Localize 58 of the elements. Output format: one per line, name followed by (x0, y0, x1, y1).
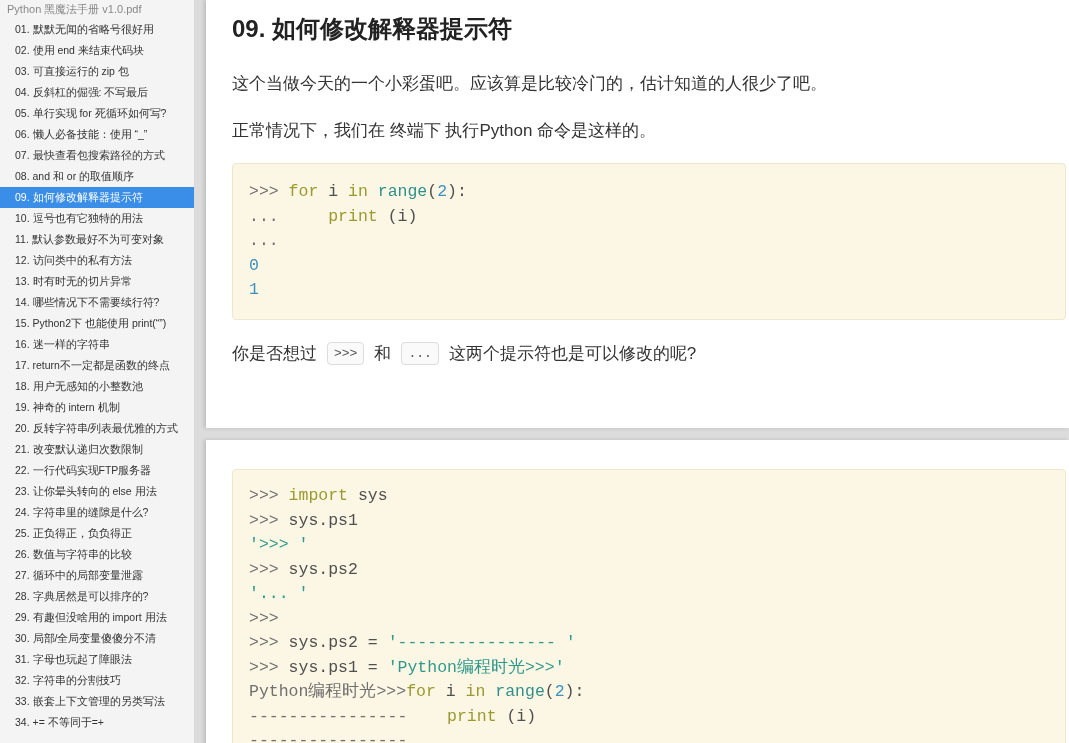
outline-item[interactable]: 28. 字典居然是可以排序的? (0, 586, 194, 607)
outline-item[interactable]: 08. and 和 or 的取值顺序 (0, 166, 194, 187)
document-title: Python 黑魔法手册 v1.0.pdf (6, 2, 143, 17)
outline-item[interactable]: 07. 最快查看包搜索路径的方式 (0, 145, 194, 166)
outline-item[interactable]: 22. 一行代码实现FTP服务器 (0, 460, 194, 481)
code-line: >>> import sys (249, 485, 389, 507)
outline-item[interactable]: 04. 反斜杠的倔强: 不写最后 (0, 82, 194, 103)
outline-item[interactable]: 03. 可直接运行的 zip 包 (0, 61, 194, 82)
paragraph: 这个当做今天的一个小彩蛋吧。应该算是比较冷门的，估计知道的人很少了吧。 (232, 73, 828, 95)
code-line: '>>> ' (249, 534, 310, 556)
outline-item[interactable]: 33. 嵌套上下文管理的另类写法 (0, 691, 194, 712)
inline-code: ... (401, 342, 439, 365)
outline-item[interactable]: 16. 迷一样的字符串 (0, 334, 194, 355)
code-line: ---------------- (249, 730, 409, 743)
code-line: ---------------- print (i) (249, 705, 538, 728)
code-line: >>> sys.ps2 = '---------------- ' (249, 632, 577, 654)
code-line: >>> sys.ps2 (249, 558, 359, 581)
outline-item[interactable]: 27. 循环中的局部变量泄露 (0, 565, 194, 586)
outline-item[interactable]: 21. 改变默认递归次数限制 (0, 439, 194, 460)
outline-item[interactable]: 20. 反转字符串/列表最优雅的方式 (0, 418, 194, 439)
code-line: >>> (249, 607, 280, 630)
code-line: ... print (i) (249, 205, 419, 228)
outline-item[interactable]: 14. 哪些情况下不需要续行符? (0, 292, 194, 313)
outline-item[interactable]: 17. return不一定都是函数的终点 (0, 355, 194, 376)
outline-item[interactable]: 30. 局部/全局变量傻傻分不清 (0, 628, 194, 649)
outline-item[interactable]: 31. 字母也玩起了障眼法 (0, 649, 194, 670)
outline-item[interactable]: 15. Python2下 也能使用 print(“”) (0, 313, 194, 334)
code-line: >>> sys.ps1 (249, 509, 359, 532)
outline-item[interactable]: 10. 逗号也有它独特的用法 (0, 208, 194, 229)
paragraph-text: 你是否想过 (232, 343, 317, 365)
code-line: >>> for i in range(2): (249, 181, 468, 203)
paragraph-text: 和 (374, 343, 392, 365)
outline-item[interactable]: 23. 让你晕头转向的 else 用法 (0, 481, 194, 502)
outline-item[interactable]: 19. 神奇的 intern 机制 (0, 397, 194, 418)
outline-item[interactable]: 25. 正负得正，负负得正 (0, 523, 194, 544)
code-line: ... (249, 230, 280, 252)
outline-item[interactable]: 02. 使用 end 来结束代码块 (0, 40, 194, 61)
outline-item[interactable]: 34. += 不等同于=+ (0, 712, 194, 733)
code-line: Python编程时光>>>for i in range(2): (249, 681, 586, 703)
outline-item[interactable]: 01. 默默无闻的省略号很好用 (0, 19, 194, 40)
paragraph-text: 这两个提示符也是可以修改的呢? (448, 343, 697, 365)
outline-item[interactable]: 05. 单行实现 for 死循环如何写? (0, 103, 194, 124)
code-line: >>> sys.ps1 = 'Python编程时光>>>' (249, 656, 566, 679)
outline-item[interactable]: 06. 懒人必备技能：使用 “_” (0, 124, 194, 145)
inline-code: >>> (327, 342, 365, 365)
outline-item[interactable]: 29. 有趣但没啥用的 import 用法 (0, 607, 194, 628)
outline-item[interactable]: 26. 数值与字符串的比较 (0, 544, 194, 565)
paragraph: 正常情况下，我们在 终端下 执行Python 命令是这样的。 (232, 120, 658, 142)
outline-item[interactable]: 32. 字符串的分割技巧 (0, 670, 194, 691)
outline-item[interactable]: 11. 默认参数最好不为可变对象 (0, 229, 194, 250)
section-heading: 09. 如何修改解释器提示符 (232, 14, 514, 44)
code-line: 0 (249, 254, 260, 277)
outline-item[interactable]: 13. 时有时无的切片异常 (0, 271, 194, 292)
outline-item[interactable]: 24. 字符串里的缝隙是什么? (0, 502, 194, 523)
code-line: '... ' (249, 583, 310, 605)
outline-item[interactable]: 12. 访问类中的私有方法 (0, 250, 194, 271)
code-line: 1 (249, 279, 260, 301)
outline-item[interactable]: 18. 用户无感知的小整数池 (0, 376, 194, 397)
